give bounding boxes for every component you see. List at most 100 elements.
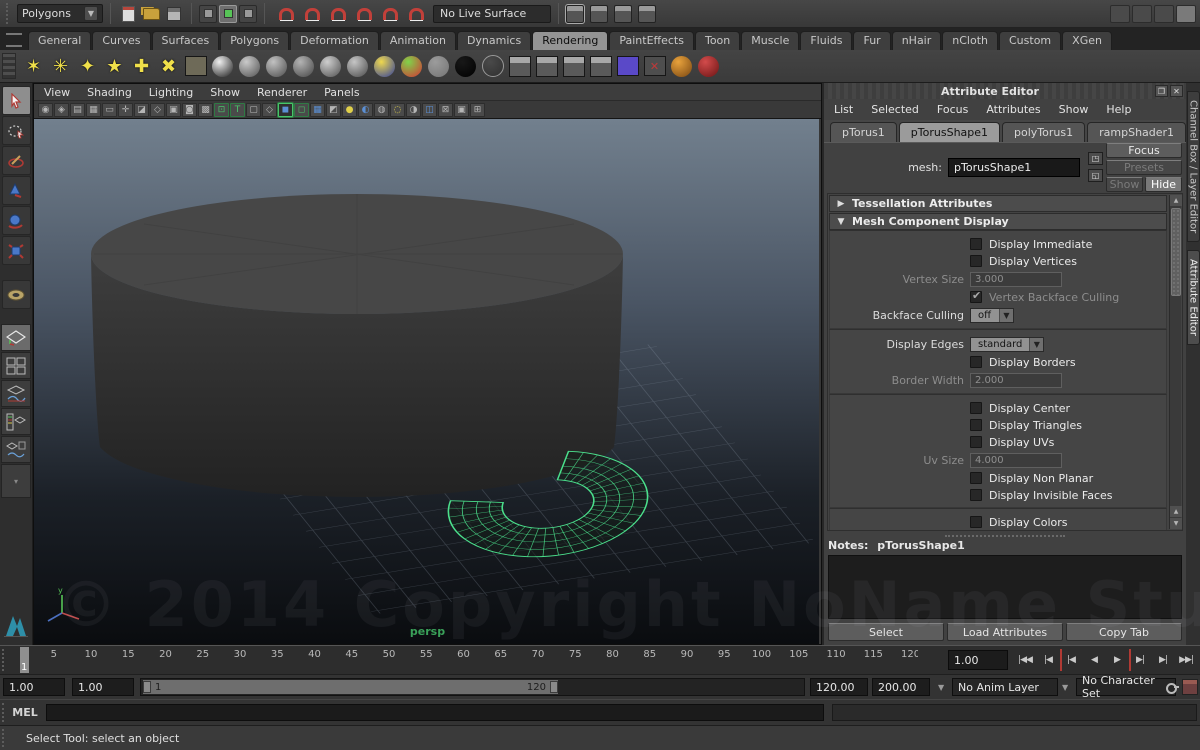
pin-node-icon[interactable]: ◳ [1088, 152, 1103, 165]
render-settings-shelf-icon[interactable] [587, 53, 614, 80]
layout-four-pane-button[interactable] [1, 352, 31, 379]
surface-shader-icon[interactable] [425, 53, 452, 80]
presets-button[interactable]: Presets [1106, 160, 1182, 175]
move-tool-button[interactable] [2, 176, 31, 205]
value-field[interactable]: 4.000 [970, 453, 1062, 468]
snap-to-grid-icon[interactable] [276, 4, 296, 24]
attr-border-width[interactable]: Border Width2.000 [830, 371, 1166, 389]
checkbox[interactable] [970, 238, 982, 250]
create-render-node-icon[interactable] [209, 53, 236, 80]
playback-end-field[interactable]: 120.00 [810, 678, 868, 696]
new-scene-icon[interactable] [118, 4, 138, 24]
area-light-icon[interactable] [74, 53, 101, 80]
step-back-key-button[interactable]: |◀ [1037, 649, 1059, 671]
attribute-editor-tab[interactable]: polyTorus1 [1002, 122, 1085, 142]
auto-keyframe-toggle-icon[interactable] [1182, 679, 1198, 695]
lasso-select-tool-button[interactable] [2, 116, 31, 145]
footer-button[interactable]: Load Attributes [947, 623, 1063, 641]
snap-to-view-plane-icon[interactable] [380, 4, 400, 24]
render-layers-icon[interactable] [641, 53, 668, 80]
attribute-editor-tab[interactable]: rampShader1 [1087, 122, 1186, 142]
shelf-tab[interactable]: Fluids [800, 31, 852, 50]
shelf-tab[interactable]: nCloth [942, 31, 998, 50]
mesh-name-field[interactable]: pTorusShape1 [948, 158, 1080, 177]
motion-blur-icon[interactable] [390, 103, 405, 117]
lambert-material-icon[interactable] [290, 53, 317, 80]
scroll-down-icon[interactable]: ▼ [1170, 518, 1182, 529]
attribute-editor-toggle-icon[interactable] [1132, 5, 1152, 23]
use-background-icon[interactable] [452, 53, 479, 80]
occlusion-icon[interactable] [374, 103, 389, 117]
shelf-tab[interactable]: PaintEffects [609, 31, 694, 50]
shelf-tab[interactable]: Toon [695, 31, 740, 50]
phong-e-material-icon[interactable] [344, 53, 371, 80]
viewport-menu[interactable]: Shading [87, 86, 132, 99]
value-field[interactable]: 2.000 [970, 373, 1062, 388]
undock-icon[interactable]: ❐ [1155, 85, 1168, 97]
step-forward-frame-button[interactable]: ▶| [1129, 649, 1151, 671]
layout-single-pane-button[interactable] [1, 324, 31, 351]
go-to-end-button[interactable]: ▶▶| [1175, 649, 1197, 671]
hypershade-icon[interactable] [614, 53, 641, 80]
playback-start-field[interactable]: 1.00 [72, 678, 134, 696]
checkbox[interactable] [970, 291, 982, 303]
node-out-icon[interactable]: ◱ [1088, 169, 1103, 182]
checkbox[interactable] [970, 516, 982, 528]
checkbox[interactable] [970, 255, 982, 267]
shadows-icon[interactable] [358, 103, 373, 117]
attr-display-edges[interactable]: Display Edgesstandard▼ [830, 335, 1166, 353]
directional-light-icon[interactable] [101, 53, 128, 80]
mel-input-field[interactable] [46, 704, 824, 721]
footer-button[interactable]: Select [828, 623, 944, 641]
film-gate-icon[interactable] [150, 103, 165, 117]
hide-button[interactable]: Hide [1145, 177, 1182, 192]
shelf-tab[interactable]: Polygons [220, 31, 289, 50]
sidebar-vertical-tab[interactable]: Channel Box / Layer Editor [1187, 91, 1200, 242]
scroll-up-icon[interactable]: ▲ [1170, 195, 1182, 206]
footer-button[interactable]: Copy Tab [1066, 623, 1182, 641]
viewport-menu[interactable]: Lighting [149, 86, 193, 99]
checkbox[interactable] [970, 356, 982, 368]
shelf-tab[interactable]: Rendering [532, 31, 608, 50]
checkbox[interactable] [970, 489, 982, 501]
scrollbar-thumb[interactable] [1171, 208, 1181, 296]
volume-light-icon[interactable] [155, 53, 182, 80]
dropdown[interactable]: standard▼ [970, 337, 1044, 352]
snap-to-curve-icon[interactable] [302, 4, 322, 24]
paint-select-tool-button[interactable] [2, 146, 31, 175]
help-drag-handle[interactable] [2, 729, 8, 747]
resolution-gate-icon[interactable] [166, 103, 181, 117]
spot-light-icon[interactable] [47, 53, 74, 80]
open-scene-icon[interactable] [141, 4, 161, 24]
smooth-shade-mode-icon[interactable] [278, 103, 293, 117]
use-default-material-icon[interactable] [326, 103, 341, 117]
camera-projection-icon[interactable] [182, 53, 209, 80]
attribute-editor-menu[interactable]: Show [1059, 103, 1089, 116]
character-set-selector[interactable]: No Character Set [1076, 678, 1176, 696]
shelf-tab[interactable]: Surfaces [152, 31, 220, 50]
notes-textarea[interactable] [828, 555, 1182, 619]
current-frame-indicator[interactable]: 1 [20, 647, 29, 673]
scroll-up-icon-2[interactable]: ▲ [1170, 506, 1182, 517]
checkbox[interactable] [970, 436, 982, 448]
wireframe-mode-icon[interactable] [262, 103, 277, 117]
lighting-all-icon[interactable] [342, 103, 357, 117]
render-view-shelf-icon[interactable] [668, 53, 695, 80]
image-plane-icon[interactable] [102, 103, 117, 117]
shelf-selector-icon[interactable] [2, 53, 16, 79]
attribute-editor-menu[interactable]: Attributes [986, 103, 1040, 116]
render-settings-icon[interactable] [638, 5, 656, 23]
ramp-shader-icon[interactable] [371, 53, 398, 80]
anisotropic-material-icon[interactable] [236, 53, 263, 80]
checkbox[interactable] [970, 402, 982, 414]
paint-effects-shelf-icon[interactable] [695, 53, 722, 80]
attribute-editor-menu[interactable]: Help [1106, 103, 1131, 116]
perspective-viewport[interactable]: ViewShadingLightingShowRendererPanels [33, 83, 822, 645]
layout-persp-graph-outliner-button[interactable] [1, 436, 31, 463]
animation-start-field[interactable]: 1.00 [3, 678, 65, 696]
go-to-start-button[interactable]: |◀◀ [1014, 649, 1036, 671]
point-light-icon[interactable] [20, 53, 47, 80]
select-hierarchy-icon[interactable] [199, 5, 217, 23]
attr-display-non-planar[interactable]: Display Non Planar [830, 470, 1166, 486]
animation-end-field[interactable]: 200.00 [872, 678, 930, 696]
